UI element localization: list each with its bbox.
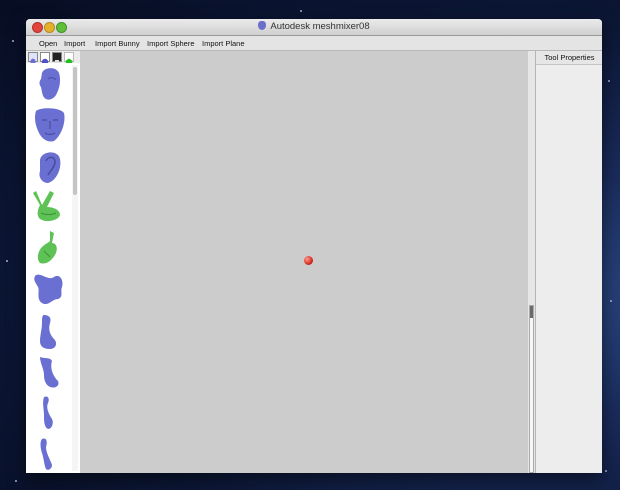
pivot-point[interactable] [304,256,313,265]
library-tabs [28,52,80,66]
tool-properties-panel: Tool Properties [535,51,602,473]
head-mesh-icon[interactable] [30,65,70,105]
arm-mesh-icon[interactable] [30,435,70,473]
face-mesh-icon[interactable] [30,105,70,145]
star [300,10,302,12]
foot-mesh-icon[interactable] [30,313,70,353]
scroll-thumb-handle[interactable] [530,306,533,318]
ear-mesh-icon[interactable] [30,147,70,187]
body-part-mesh-icon[interactable] [30,269,70,309]
square-icon[interactable] [52,52,62,64]
viewport-scroll-thumb[interactable] [529,305,534,473]
viewport-scrollbar[interactable] [528,51,535,473]
3d-viewport[interactable] [80,51,531,473]
star [12,40,14,42]
library-scroll-thumb[interactable] [73,67,77,195]
menu-bar: Open Import Import Bunny Import Sphere I… [26,36,602,51]
sphere-icon[interactable] [40,52,50,66]
title-bar[interactable]: Autodesk meshmixer08 [26,19,602,36]
head-icon[interactable] [28,52,38,66]
star [6,260,8,262]
hand-peace-mesh-icon[interactable] [30,187,70,227]
library-scrollbar[interactable] [72,65,78,471]
menu-import-sphere[interactable]: Import Sphere [144,38,198,49]
star [605,470,607,472]
window-title: Autodesk meshmixer08 [270,21,370,32]
star [15,480,17,482]
hand-fist-mesh-icon[interactable] [30,229,70,269]
menu-import-plane[interactable]: Import Plane [199,38,248,49]
menu-open[interactable]: Open [36,38,60,49]
star [608,80,610,82]
pentagon-icon[interactable] [64,52,74,66]
menu-import[interactable]: Import [61,38,88,49]
star [610,300,612,302]
tool-properties-header: Tool Properties [536,51,602,65]
window-title-wrap: Autodesk meshmixer08 [26,20,602,34]
meshmixer-app-icon [258,21,267,30]
app-window: Autodesk meshmixer08 Open Import Import … [26,19,602,473]
menu-import-bunny[interactable]: Import Bunny [92,38,143,49]
mesh-library-panel [26,63,81,473]
limb-mesh-icon[interactable] [30,393,70,433]
leg-mesh-icon[interactable] [30,353,70,393]
